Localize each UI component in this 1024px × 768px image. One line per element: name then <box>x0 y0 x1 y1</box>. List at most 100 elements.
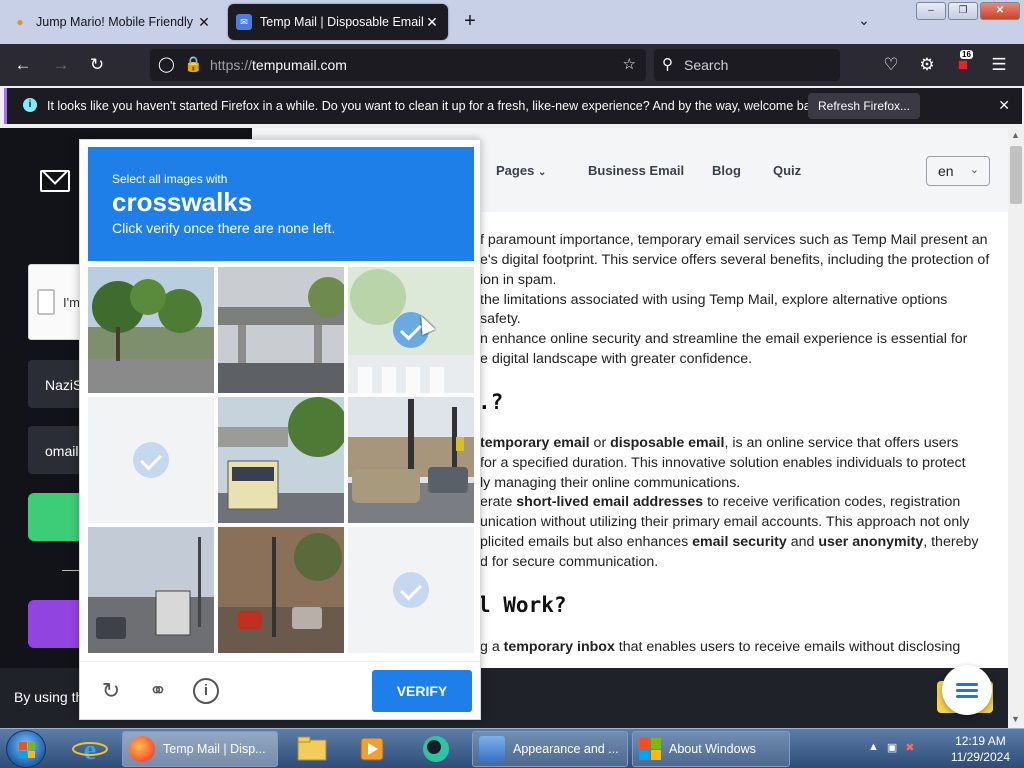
bus-street-image <box>218 397 344 523</box>
nav-quiz[interactable]: Quiz <box>773 163 801 178</box>
lock-icon[interactable]: 🔒 <box>184 55 203 73</box>
info-icon: i <box>23 98 37 112</box>
nav-blog[interactable]: Blog <box>712 163 741 178</box>
scrollbar-thumb[interactable] <box>1010 146 1022 204</box>
nav-pages[interactable]: Pages ⌄ <box>496 163 546 178</box>
captcha-tile-1[interactable] <box>88 267 214 393</box>
road-bus-image <box>88 527 214 653</box>
article-line: unication without utilizing their primar… <box>480 514 970 530</box>
refresh-icon[interactable]: ↻ <box>98 678 124 704</box>
firefox-icon <box>129 736 155 762</box>
back-arrow-icon[interactable]: ← <box>10 52 36 78</box>
network-icon[interactable]: ▣ <box>887 741 897 754</box>
article-line: the limitations associated with using Te… <box>480 292 948 308</box>
article-line: f paramount importance, temporary email … <box>480 232 988 248</box>
article-line: for a specified duration. This innovativ… <box>480 455 966 471</box>
new-tab-icon[interactable]: + <box>458 10 482 33</box>
close-tab-icon[interactable]: ✕ <box>196 14 212 31</box>
restore-button[interactable]: ❐ <box>948 2 978 20</box>
file-explorer-icon[interactable] <box>290 732 334 766</box>
captcha-subtext: Click verify once there are none left. <box>112 220 336 236</box>
tab-jump-mario[interactable]: ● Jump Mario! Mobile Friendly G ✕ <box>4 4 220 40</box>
extension-count-badge: 16 <box>960 50 973 59</box>
captcha-footer: ↻ ⚭ i VERIFY <box>80 661 480 719</box>
article-line: g a temporary inbox that enables users t… <box>480 639 961 655</box>
verify-button[interactable]: VERIFY <box>372 670 472 712</box>
article-line: ly managing their online communications. <box>480 475 741 491</box>
page-favicon-icon: ● <box>16 15 24 29</box>
shield-icon[interactable]: ◯ <box>158 55 175 73</box>
captcha-tile-4[interactable] <box>88 397 214 523</box>
address-bar[interactable]: ◯ 🔒 https://tempumail.com ☆ <box>150 49 646 81</box>
nav-business-email[interactable]: Business Email <box>588 163 684 178</box>
refresh-firefox-button[interactable]: Refresh Firefox... <box>808 93 920 119</box>
temp-mail-favicon-icon: ✉ <box>236 14 252 30</box>
close-window-button[interactable]: ✕ <box>980 2 1020 20</box>
media-player-icon[interactable] <box>350 732 394 766</box>
captcha-instruction: Select all images with <box>112 172 228 186</box>
search-input[interactable]: ⚲ Search <box>654 49 840 81</box>
article-line: n enhance online security and streamline… <box>480 331 968 347</box>
floating-menu-button[interactable] <box>942 665 992 715</box>
url-text[interactable]: https://tempumail.com <box>210 57 347 73</box>
close-tab-icon[interactable]: ✕ <box>424 14 440 31</box>
internet-explorer-icon[interactable]: e <box>68 732 112 766</box>
article-line: d for secure communication. <box>480 554 659 570</box>
start-button[interactable] <box>6 730 46 768</box>
control-panel-icon <box>479 736 505 762</box>
language-select[interactable]: en ⌄ <box>926 156 990 186</box>
search-icon: ⚲ <box>662 56 673 73</box>
hamburger-menu-icon[interactable]: ☰ <box>986 52 1012 78</box>
article-line: temporary email or disposable email, is … <box>480 435 959 451</box>
browser-tab-strip: ● Jump Mario! Mobile Friendly G ✕ ✉ Temp… <box>0 0 1024 44</box>
section-heading: l Work? <box>478 593 567 617</box>
chevron-down-icon: ⌄ <box>969 164 979 176</box>
article-line: ion in spam. <box>480 272 557 288</box>
extensions-icon[interactable]: ⚙ <box>914 52 940 78</box>
intersection-cars-image <box>348 397 474 523</box>
pocket-icon[interactable]: ♡ <box>878 52 904 78</box>
article-line: plicited emails but also enhances email … <box>480 534 979 550</box>
taskbar-firefox[interactable]: Temp Mail | Disp... <box>122 731 278 767</box>
reload-icon[interactable]: ↻ <box>84 52 110 78</box>
captcha-tile-5[interactable] <box>218 397 344 523</box>
taskbar-about-windows[interactable]: About Windows <box>632 731 790 767</box>
scroll-down-arrow-icon[interactable]: ▼ <box>1011 714 1020 724</box>
language-value: en <box>938 163 954 179</box>
volume-muted-icon[interactable]: ✖ <box>905 741 914 754</box>
forward-arrow-icon[interactable]: → <box>48 52 74 78</box>
show-hidden-icons-icon[interactable]: ▲ <box>868 741 879 754</box>
chat-app-icon[interactable] <box>414 732 458 766</box>
tab-title: Temp Mail | Disposable Email A <box>260 15 424 29</box>
street-trees-image <box>88 267 214 393</box>
close-notification-icon[interactable]: ✕ <box>998 97 1010 114</box>
captcha-prompt: Select all images with crosswalks Click … <box>88 147 474 261</box>
captcha-tile-7[interactable] <box>88 527 214 653</box>
mail-envelope-icon <box>40 170 70 192</box>
cookie-text: By using th <box>14 689 84 705</box>
minimize-button[interactable]: – <box>916 2 946 20</box>
taskbar-appearance[interactable]: Appearance and ... <box>472 731 628 767</box>
task-label: About Windows <box>669 742 756 756</box>
notification-message: It looks like you haven't started Firefo… <box>47 99 827 113</box>
page-scrollbar[interactable]: ▲ ▼ <box>1008 128 1024 728</box>
captcha-tile-9[interactable] <box>348 527 474 653</box>
article-line: e's digital footprint. This service offe… <box>480 252 990 268</box>
captcha-target-word: crosswalks <box>112 187 253 217</box>
article-line: safety. <box>480 311 521 327</box>
info-icon[interactable]: i <box>193 678 219 704</box>
captcha-tile-8[interactable] <box>218 527 344 653</box>
captcha-tile-6[interactable] <box>348 397 474 523</box>
captcha-label: I'm <box>63 295 80 310</box>
captcha-checkbox[interactable] <box>37 289 55 315</box>
headphones-audio-icon[interactable]: ⚭ <box>145 678 171 704</box>
tab-temp-mail[interactable]: ✉ Temp Mail | Disposable Email A ✕ <box>228 4 448 40</box>
captcha-tile-3[interactable] <box>348 267 474 393</box>
url-protocol: https:// <box>210 57 253 73</box>
captcha-tile-2[interactable] <box>218 267 344 393</box>
system-tray: ▲ ▣ ✖ <box>868 741 915 754</box>
bookmark-star-icon[interactable]: ☆ <box>623 55 636 73</box>
clock[interactable]: 12:19 AM 11/29/2024 <box>951 733 1010 765</box>
scroll-up-arrow-icon[interactable]: ▲ <box>1011 130 1020 140</box>
list-all-tabs-icon[interactable]: ⌄ <box>852 12 876 29</box>
